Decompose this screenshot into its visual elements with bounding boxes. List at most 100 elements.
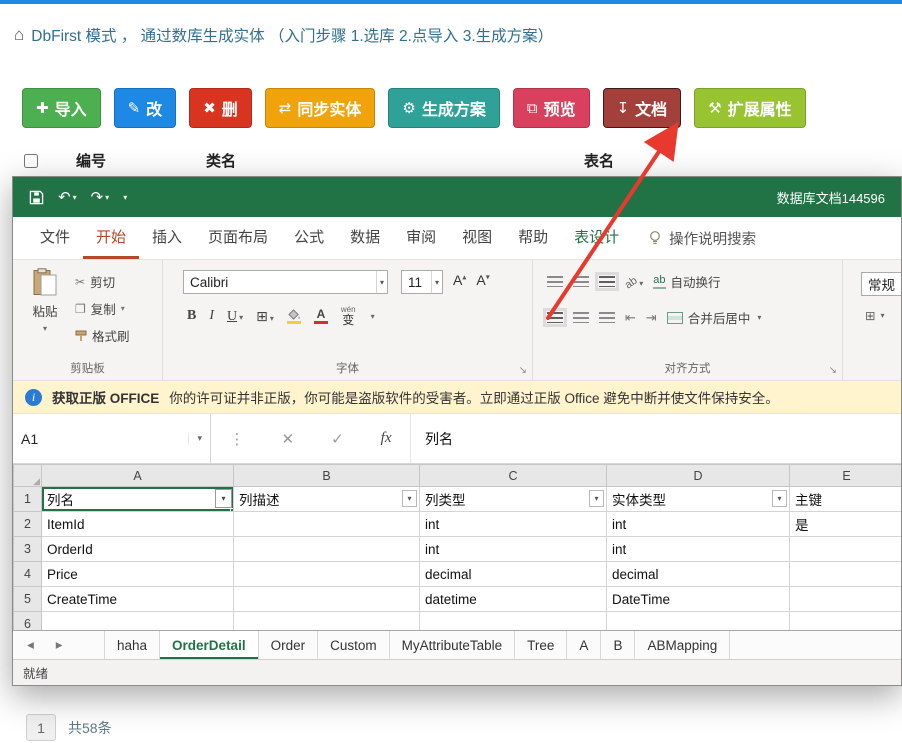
- bold-button[interactable]: B: [187, 308, 196, 324]
- preview-button[interactable]: ⧉ 预览: [512, 88, 590, 128]
- row-header-1[interactable]: 1: [13, 486, 42, 512]
- column-header-B[interactable]: B: [233, 464, 420, 487]
- copy-button[interactable]: ❐ 复制 ▾: [75, 299, 130, 318]
- confirm-entry-button[interactable]: ✓: [331, 430, 344, 448]
- cell-D5[interactable]: DateTime: [606, 586, 790, 612]
- formula-content[interactable]: 列名: [411, 414, 901, 463]
- extended-attrs-button[interactable]: ⚒ 扩展属性: [694, 88, 806, 128]
- italic-button[interactable]: I: [209, 308, 214, 324]
- tab-view[interactable]: 视图: [449, 217, 505, 259]
- align-bottom-button[interactable]: [595, 272, 619, 291]
- cell-C6[interactable]: [419, 611, 607, 630]
- number-format-combobox[interactable]: 常规 ▾: [861, 272, 901, 296]
- cell-D2[interactable]: int: [606, 511, 790, 537]
- document-button[interactable]: ↧ 文档: [602, 88, 682, 128]
- tab-home[interactable]: 开始: [83, 217, 140, 259]
- sync-entity-button[interactable]: ⇄ 同步实体: [264, 88, 376, 128]
- tab-formulas[interactable]: 公式: [281, 217, 337, 259]
- font-dialog-launcher-icon[interactable]: ↘: [519, 365, 527, 376]
- cell-C4[interactable]: decimal: [419, 561, 607, 587]
- fill-color-button[interactable]: [286, 308, 301, 324]
- align-middle-button[interactable]: [573, 276, 589, 287]
- sheet-nav-left-icon[interactable]: ◂: [27, 637, 34, 653]
- cell-C2[interactable]: int: [419, 511, 607, 537]
- modify-button[interactable]: ✎ 改: [113, 88, 177, 128]
- row-header-6[interactable]: 6: [13, 611, 42, 630]
- cell-E2[interactable]: 是: [789, 511, 901, 537]
- cell-D1[interactable]: 实体类型 ▾: [606, 486, 790, 512]
- cell-A2[interactable]: ItemId: [41, 511, 234, 537]
- merge-center-button[interactable]: 合并后居中 ▾: [666, 308, 761, 327]
- filter-dropdown-icon[interactable]: ▾: [772, 490, 787, 507]
- cell-D4[interactable]: decimal: [606, 561, 790, 587]
- cell-A6[interactable]: [41, 611, 234, 630]
- sheet-tab-myattributetable[interactable]: MyAttributeTable: [390, 631, 516, 659]
- insert-function-button[interactable]: fx: [381, 430, 392, 447]
- cell-B4[interactable]: [233, 561, 420, 587]
- font-color-button[interactable]: A: [313, 308, 328, 324]
- cell-E3[interactable]: [789, 536, 901, 562]
- format-painter-button[interactable]: 格式刷: [75, 326, 130, 345]
- redo-button[interactable]: ↷ ▾: [91, 188, 110, 206]
- paste-button[interactable]: 粘贴 ▾: [19, 268, 71, 334]
- phonetic-guide-button[interactable]: wén 变: [341, 306, 356, 327]
- column-header-C[interactable]: C: [419, 464, 607, 487]
- row-header-4[interactable]: 4: [13, 561, 42, 587]
- cell-C5[interactable]: datetime: [419, 586, 607, 612]
- sheet-tab-a[interactable]: A: [567, 631, 602, 659]
- generate-plan-button[interactable]: ⚙ 生成方案: [388, 88, 500, 128]
- borders-button[interactable]: ⊞ ▾: [256, 308, 274, 325]
- font-size-combobox[interactable]: 11 ▾: [401, 270, 443, 294]
- orientation-button[interactable]: ab▾: [623, 274, 644, 291]
- sheet-tab-abmapping[interactable]: ABMapping: [635, 631, 731, 659]
- quick-access-customize-button[interactable]: ▾: [123, 193, 127, 202]
- sheet-tab-tree[interactable]: Tree: [515, 631, 568, 659]
- increase-indent-button[interactable]: ⇥: [646, 310, 657, 326]
- cell-D6[interactable]: [606, 611, 790, 630]
- sheet-tab-custom[interactable]: Custom: [318, 631, 390, 659]
- row-header-3[interactable]: 3: [13, 536, 42, 562]
- tab-insert[interactable]: 插入: [139, 217, 195, 259]
- cell-A3[interactable]: OrderId: [41, 536, 234, 562]
- align-right-button[interactable]: [599, 312, 615, 323]
- align-left-button[interactable]: [543, 308, 567, 327]
- sheet-tab-orderdetail[interactable]: OrderDetail: [160, 631, 259, 659]
- column-header-D[interactable]: D: [606, 464, 790, 487]
- cell-D3[interactable]: int: [606, 536, 790, 562]
- column-header-E[interactable]: E: [789, 464, 901, 487]
- cell-A5[interactable]: CreateTime: [41, 586, 234, 612]
- row-header-5[interactable]: 5: [13, 586, 42, 612]
- align-center-button[interactable]: [573, 312, 589, 323]
- tab-table-design[interactable]: 表设计: [561, 217, 632, 259]
- filter-dropdown-icon[interactable]: ▾: [589, 490, 604, 507]
- delete-button[interactable]: ✖ 删: [189, 88, 252, 128]
- cut-button[interactable]: ✂ 剪切: [75, 272, 130, 291]
- tab-review[interactable]: 审阅: [393, 217, 449, 259]
- undo-button[interactable]: ↶ ▾: [58, 188, 77, 206]
- underline-button[interactable]: U ▾: [227, 307, 243, 325]
- fill-handle[interactable]: [230, 508, 233, 511]
- alignment-dialog-launcher-icon[interactable]: ↘: [829, 365, 837, 376]
- cell-E4[interactable]: [789, 561, 901, 587]
- sheet-tab-order[interactable]: Order: [259, 631, 319, 659]
- cell-C3[interactable]: int: [419, 536, 607, 562]
- page-1-button[interactable]: 1: [26, 714, 56, 741]
- cell-E5[interactable]: [789, 586, 901, 612]
- filter-dropdown-icon[interactable]: ▾: [215, 489, 232, 508]
- column-header-A[interactable]: A: [41, 464, 234, 487]
- number-format-icon-button[interactable]: ⊞ ▾: [865, 308, 885, 323]
- cell-E1[interactable]: 主键: [789, 486, 901, 512]
- cell-B5[interactable]: [233, 586, 420, 612]
- filter-dropdown-icon[interactable]: ▾: [402, 490, 417, 507]
- increase-font-button[interactable]: A▴: [453, 272, 466, 288]
- tab-data[interactable]: 数据: [337, 217, 393, 259]
- cell-A1-selected[interactable]: 列名 ▾: [41, 486, 234, 512]
- cell-C1[interactable]: 列类型 ▾: [419, 486, 607, 512]
- sheet-tab-b[interactable]: B: [601, 631, 636, 659]
- import-button[interactable]: ✚ 导入: [22, 88, 101, 128]
- tab-page-layout[interactable]: 页面布局: [195, 217, 281, 259]
- cancel-entry-button[interactable]: ✕: [282, 430, 295, 448]
- sheet-tab-haha[interactable]: haha: [105, 631, 161, 659]
- row-header-2[interactable]: 2: [13, 511, 42, 537]
- select-all-checkbox[interactable]: [24, 154, 38, 168]
